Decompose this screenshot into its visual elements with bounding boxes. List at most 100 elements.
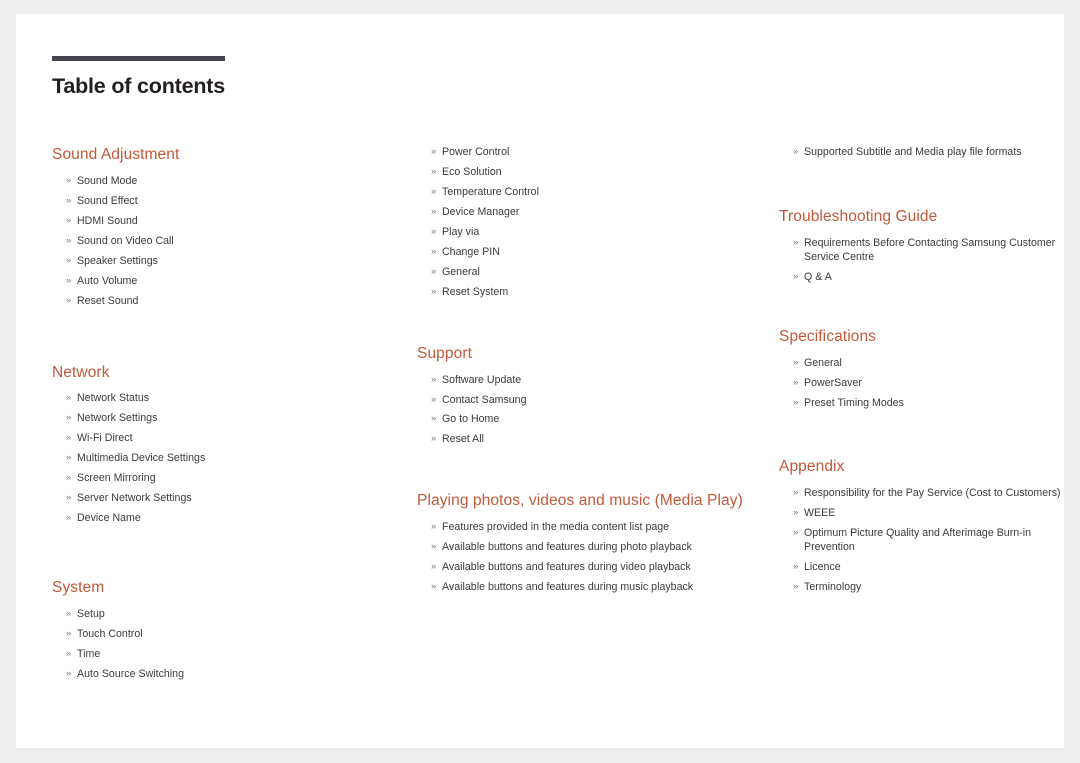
- toc-entry-label: Multimedia Device Settings: [77, 452, 206, 465]
- double-angle-bullet-icon: »: [66, 512, 72, 524]
- toc-entry[interactable]: » Features provided in the media content …: [417, 520, 747, 535]
- toc-entry[interactable]: » Server Network Settings: [52, 491, 382, 506]
- toc-entry-label: Eco Solution: [442, 165, 502, 178]
- toc-entry[interactable]: » Auto Source Switching: [52, 667, 382, 682]
- toc-entry[interactable]: » PowerSaver: [779, 376, 1079, 391]
- section-heading[interactable]: Appendix: [779, 457, 1079, 477]
- toc-entry-label: Play via: [442, 225, 480, 238]
- toc-entry[interactable]: » Device Manager: [417, 205, 747, 220]
- double-angle-bullet-icon: »: [66, 234, 72, 246]
- toc-entry[interactable]: » Speaker Settings: [52, 254, 382, 269]
- toc-entry[interactable]: » Network Status: [52, 391, 382, 406]
- toc-entry[interactable]: » Multimedia Device Settings: [52, 451, 382, 466]
- toc-section-sound-adjustment: Sound Adjustment » Sound Mode » Sound Effe…: [52, 145, 382, 309]
- toc-entry-label: Contact Samsung: [442, 393, 527, 406]
- double-angle-bullet-icon: »: [66, 492, 72, 504]
- toc-entry[interactable]: » Reset All: [417, 432, 747, 447]
- toc-entry-label: Device Manager: [442, 205, 520, 218]
- toc-entry[interactable]: » Sound Effect: [52, 194, 382, 209]
- toc-entry[interactable]: » HDMI Sound: [52, 214, 382, 229]
- toc-entry[interactable]: » Optimum Picture Quality and Afterimage …: [779, 526, 1079, 556]
- toc-entry[interactable]: » Reset System: [417, 285, 747, 300]
- toc-entry[interactable]: » Screen Mirroring: [52, 471, 382, 486]
- double-angle-bullet-icon: »: [431, 146, 437, 157]
- double-angle-bullet-icon: »: [793, 561, 799, 573]
- toc-entry[interactable]: » Contact Samsung: [417, 393, 747, 408]
- toc-entry[interactable]: » General: [417, 265, 747, 280]
- double-angle-bullet-icon: »: [431, 245, 437, 257]
- toc-entry[interactable]: » Preset Timing Modes: [779, 396, 1079, 411]
- toc-entry[interactable]: » Available buttons and features during v…: [417, 560, 747, 575]
- toc-column-2: » Power Control » Eco Solution » Temperatur…: [417, 145, 747, 595]
- double-angle-bullet-icon: »: [66, 452, 72, 464]
- double-angle-bullet-icon: »: [66, 254, 72, 266]
- toc-entry[interactable]: » Network Settings: [52, 411, 382, 426]
- double-angle-bullet-icon: »: [793, 146, 799, 157]
- toc-entry[interactable]: » Available buttons and features during m…: [417, 580, 747, 595]
- toc-entry[interactable]: » Available buttons and features during p…: [417, 540, 747, 555]
- toc-entry[interactable]: » Power Control: [417, 145, 747, 160]
- section-heading[interactable]: System: [52, 578, 382, 598]
- toc-entry[interactable]: » WEEE: [779, 506, 1079, 521]
- toc-entry[interactable]: » Wi-Fi Direct: [52, 431, 382, 446]
- toc-entry[interactable]: » General: [779, 356, 1079, 371]
- toc-entry-label: WEEE: [804, 506, 836, 519]
- toc-columns: Sound Adjustment » Sound Mode » Sound Effe…: [16, 145, 1064, 745]
- section-entry-list: » General » PowerSaver » Preset Timing Mode…: [779, 356, 1079, 411]
- section-heading[interactable]: Network: [52, 363, 382, 383]
- toc-header: Table of contents: [52, 56, 452, 99]
- toc-entry[interactable]: » Q & A: [779, 270, 1079, 285]
- toc-column-1: Sound Adjustment » Sound Mode » Sound Effe…: [52, 145, 382, 682]
- toc-entry-label: Licence: [804, 561, 841, 574]
- section-entry-list: » Power Control » Eco Solution » Temperatur…: [417, 145, 747, 300]
- toc-section-system-continued: » Power Control » Eco Solution » Temperatur…: [417, 145, 747, 300]
- toc-entry[interactable]: » Temperature Control: [417, 185, 747, 200]
- double-angle-bullet-icon: »: [431, 265, 437, 277]
- double-angle-bullet-icon: »: [431, 541, 437, 553]
- section-heading[interactable]: Sound Adjustment: [52, 145, 382, 165]
- double-angle-bullet-icon: »: [66, 214, 72, 226]
- double-angle-bullet-icon: »: [66, 472, 72, 484]
- toc-entry[interactable]: » Eco Solution: [417, 165, 747, 180]
- toc-entry[interactable]: » Licence: [779, 560, 1079, 575]
- toc-entry[interactable]: » Touch Control: [52, 627, 382, 642]
- toc-entry[interactable]: » Software Update: [417, 373, 747, 388]
- toc-entry[interactable]: » Supported Subtitle and Media play file …: [779, 145, 1079, 160]
- toc-entry[interactable]: » Reset Sound: [52, 294, 382, 309]
- toc-entry[interactable]: » Responsibility for the Pay Service (Cos…: [779, 486, 1079, 501]
- double-angle-bullet-icon: »: [793, 357, 799, 369]
- section-heading[interactable]: Support: [417, 344, 747, 364]
- section-entry-list: » Setup » Touch Control » Time » Auto Source…: [52, 607, 382, 682]
- toc-entry-label: Sound on Video Call: [77, 234, 174, 247]
- toc-entry-label: Auto Volume: [77, 274, 138, 287]
- toc-entry-label: Available buttons and features during ph…: [442, 541, 692, 554]
- toc-entry-label: Setup: [77, 607, 105, 620]
- toc-section-appendix: Appendix » Responsibility for the Pay Ser…: [779, 457, 1079, 595]
- toc-entry[interactable]: » Device Name: [52, 511, 382, 526]
- toc-entry[interactable]: » Sound Mode: [52, 174, 382, 189]
- toc-entry[interactable]: » Change PIN: [417, 245, 747, 260]
- toc-entry[interactable]: » Sound on Video Call: [52, 234, 382, 249]
- toc-entry[interactable]: » Time: [52, 647, 382, 662]
- toc-entry[interactable]: » Requirements Before Contacting Samsung …: [779, 236, 1079, 266]
- section-heading[interactable]: Troubleshooting Guide: [779, 207, 1079, 227]
- section-heading[interactable]: Specifications: [779, 327, 1079, 347]
- toc-column-3: » Supported Subtitle and Media play file …: [779, 145, 1079, 595]
- double-angle-bullet-icon: »: [66, 174, 72, 186]
- double-angle-bullet-icon: »: [793, 271, 799, 283]
- toc-entry[interactable]: » Go to Home: [417, 412, 747, 427]
- section-heading[interactable]: Playing photos, videos and music (Media …: [417, 491, 747, 511]
- toc-entry[interactable]: » Auto Volume: [52, 274, 382, 289]
- toc-entry[interactable]: » Play via: [417, 225, 747, 240]
- double-angle-bullet-icon: »: [66, 274, 72, 286]
- double-angle-bullet-icon: »: [793, 377, 799, 389]
- toc-entry[interactable]: » Terminology: [779, 580, 1079, 595]
- toc-section-specifications: Specifications » General » PowerSaver » Pre…: [779, 327, 1079, 411]
- double-angle-bullet-icon: »: [66, 194, 72, 206]
- double-angle-bullet-icon: »: [793, 397, 799, 408]
- double-angle-bullet-icon: »: [431, 225, 437, 237]
- toc-entry[interactable]: » Setup: [52, 607, 382, 622]
